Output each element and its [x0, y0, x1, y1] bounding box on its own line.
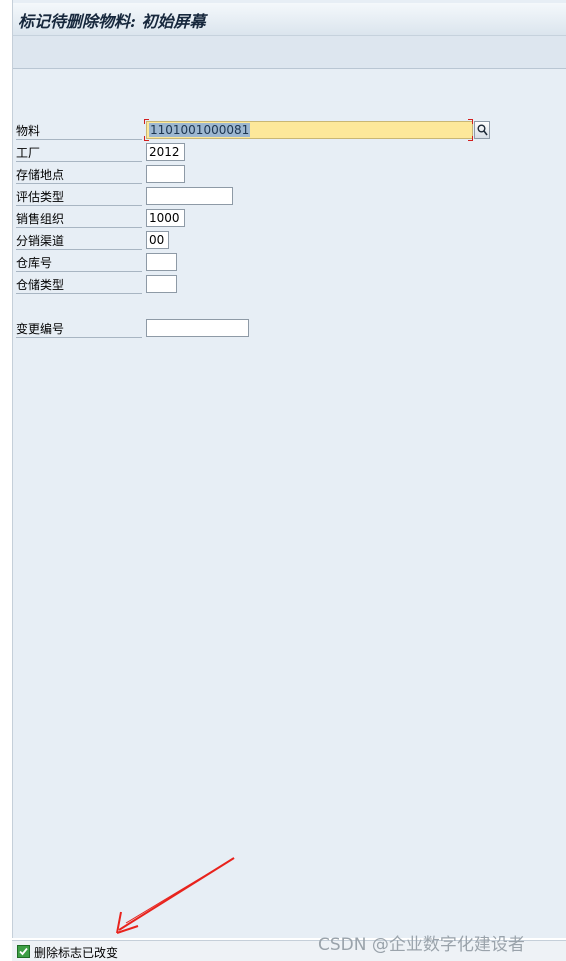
annotation-arrow [116, 857, 235, 934]
